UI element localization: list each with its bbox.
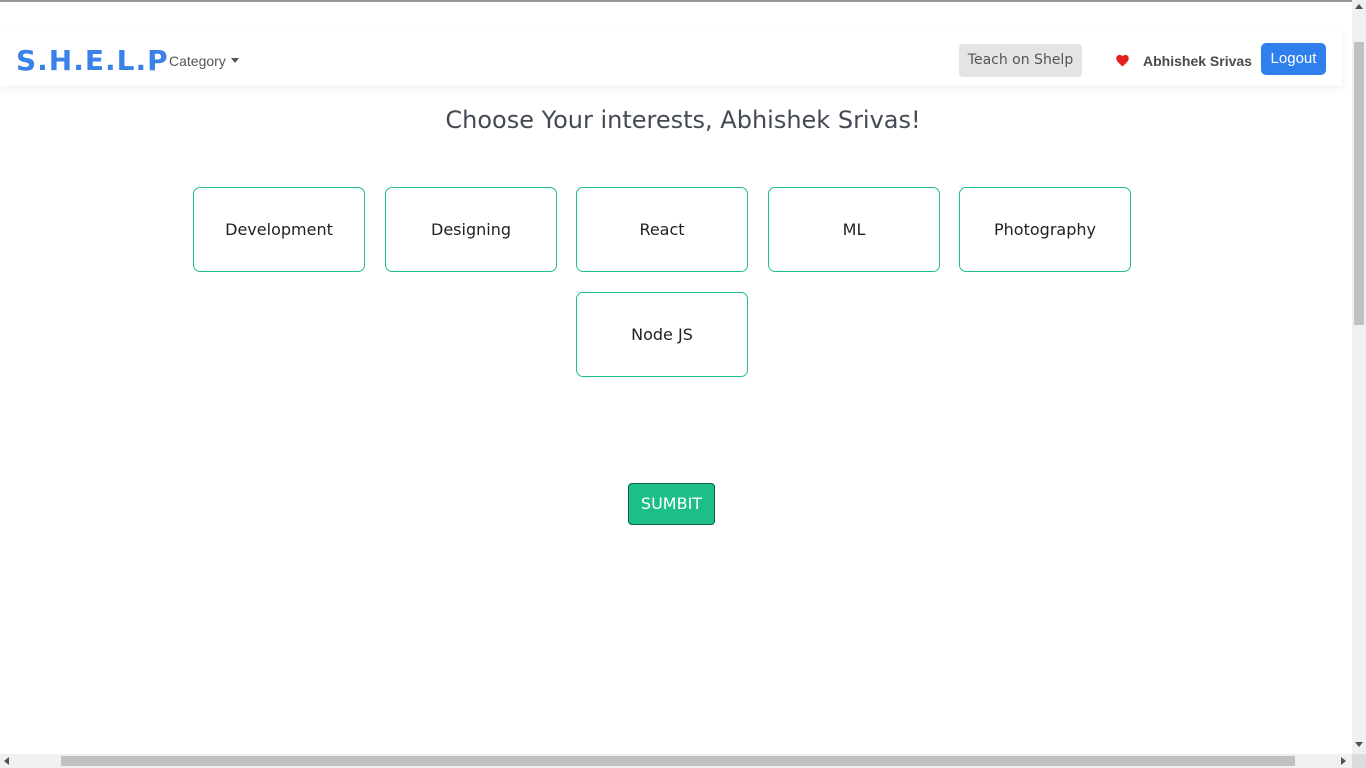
vertical-scrollbar[interactable] <box>1352 0 1366 754</box>
interest-card-photography[interactable]: Photography <box>959 187 1131 272</box>
category-dropdown-label: Category <box>169 53 226 69</box>
submit-button[interactable]: SUMBIT <box>628 483 715 525</box>
horizontal-scroll-thumb[interactable] <box>61 756 1295 766</box>
interest-card-ml[interactable]: ML <box>768 187 940 272</box>
navbar: S.H.E.L.P Category Teach on Shelp Abhish… <box>0 30 1342 86</box>
logout-button[interactable]: Logout <box>1261 43 1326 75</box>
vertical-scroll-thumb[interactable] <box>1354 42 1364 325</box>
scroll-up-arrow-icon[interactable] <box>1355 4 1363 9</box>
interest-card-development[interactable]: Development <box>193 187 365 272</box>
heart-icon[interactable] <box>1115 53 1130 68</box>
teach-on-shelp-button[interactable]: Teach on Shelp <box>959 44 1082 77</box>
scroll-down-arrow-icon[interactable] <box>1355 742 1363 747</box>
page-title: Choose Your interests, Abhishek Srivas! <box>445 106 921 134</box>
interest-card-node-js[interactable]: Node JS <box>576 292 748 377</box>
horizontal-scrollbar[interactable] <box>0 754 1352 768</box>
interest-card-designing[interactable]: Designing <box>385 187 557 272</box>
scroll-left-arrow-icon[interactable] <box>4 757 9 765</box>
scrollbar-corner <box>1352 754 1366 768</box>
brand-logo[interactable]: S.H.E.L.P <box>16 44 169 78</box>
interest-card-react[interactable]: React <box>576 187 748 272</box>
scroll-right-arrow-icon[interactable] <box>1341 757 1346 765</box>
browser-viewport: S.H.E.L.P Category Teach on Shelp Abhish… <box>0 0 1366 768</box>
category-dropdown[interactable]: Category <box>169 52 239 70</box>
user-name[interactable]: Abhishek Srivas <box>1143 52 1252 70</box>
caret-down-icon <box>230 58 239 63</box>
window-top-border <box>0 0 1352 2</box>
